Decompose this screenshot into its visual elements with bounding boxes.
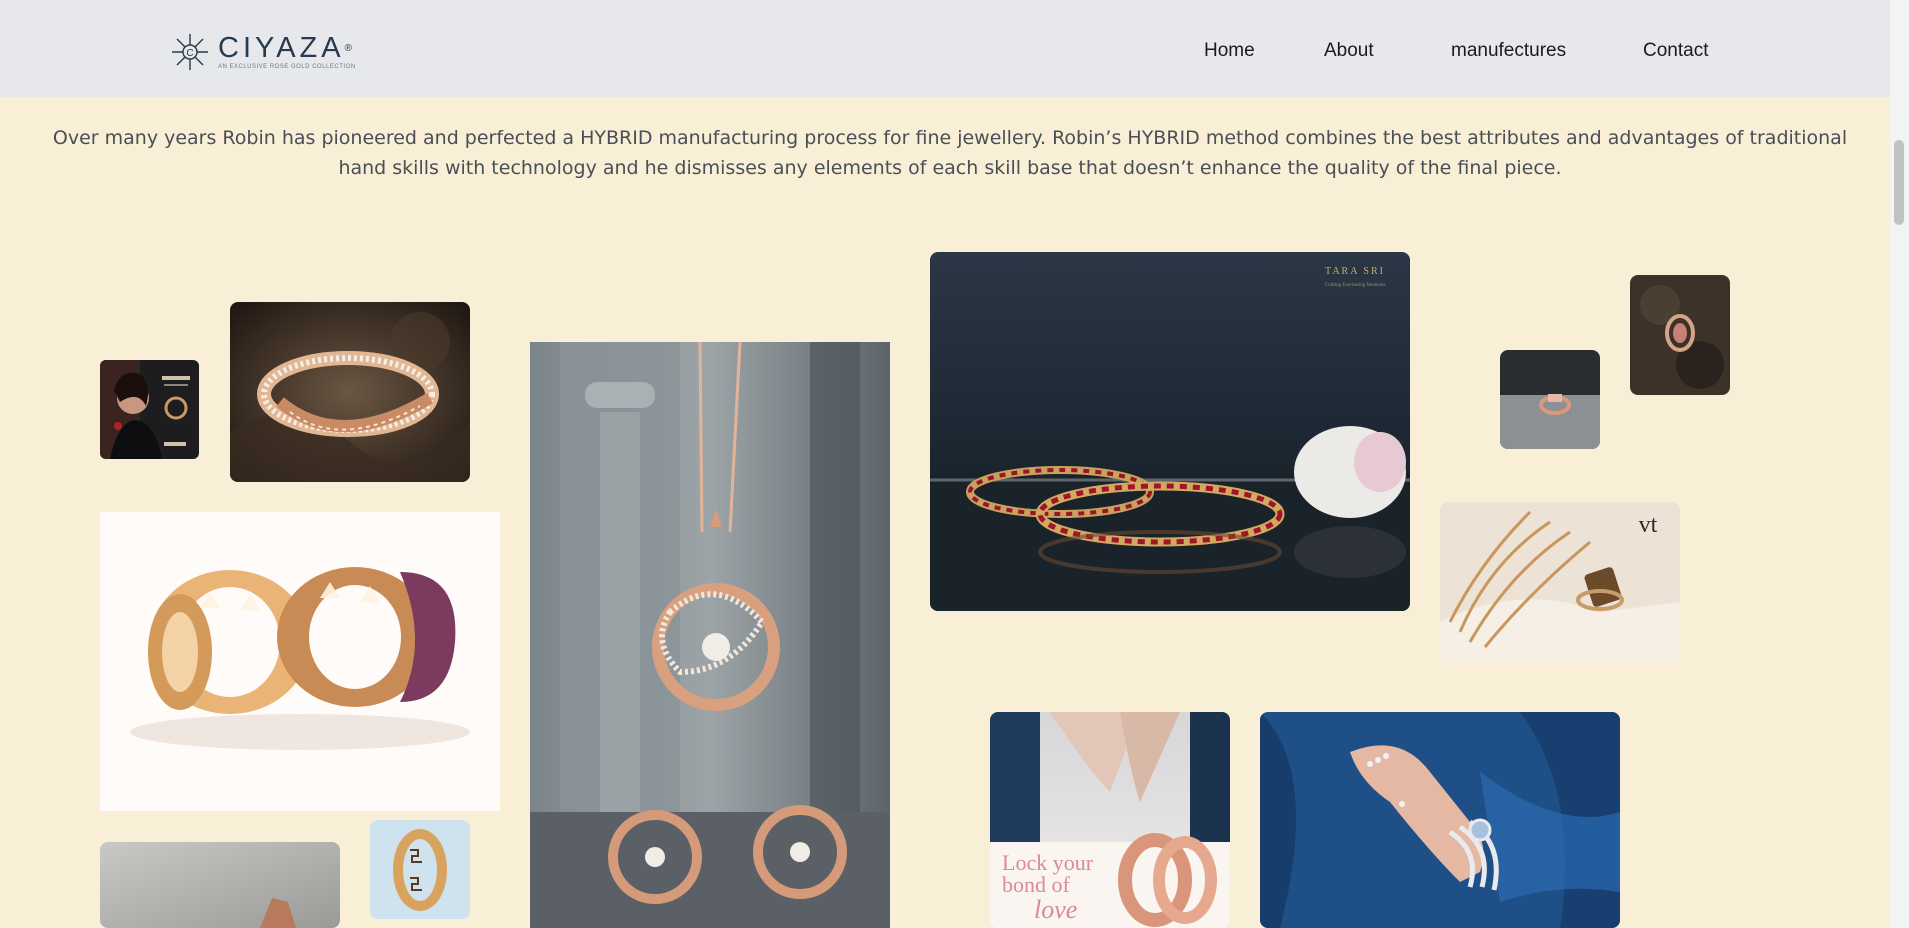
vt-brand-logo: vt bbox=[1639, 512, 1658, 538]
page-scrollbar[interactable] bbox=[1890, 0, 1909, 928]
model-portrait-image bbox=[100, 360, 199, 459]
brand-logo[interactable]: C CIYAZA® AN EXCLUSIVE ROSE GOLD COLLECT… bbox=[170, 32, 356, 72]
brand-tagline: AN EXCLUSIVE ROSE GOLD COLLECTION bbox=[218, 64, 356, 70]
gallery-image-diamond-bangle[interactable] bbox=[230, 302, 470, 482]
gallery-image-oval-ring-rock[interactable] bbox=[1630, 275, 1730, 395]
pendant-set-image bbox=[530, 342, 890, 928]
poster-line2: bond of bbox=[1002, 872, 1071, 897]
intro-paragraph: Over many years Robin has pioneered and … bbox=[52, 127, 1848, 179]
oval-ring-rock-image bbox=[1630, 275, 1730, 395]
brand-name: CIYAZA® bbox=[218, 32, 352, 64]
scrollbar-thumb[interactable] bbox=[1894, 140, 1904, 225]
site-header: C CIYAZA® AN EXCLUSIVE ROSE GOLD COLLECT… bbox=[0, 0, 1890, 97]
blue-hand-image bbox=[1260, 712, 1620, 928]
gallery-image-greek-key-ring[interactable] bbox=[370, 820, 470, 919]
gallery-image-quartz-ring[interactable]: vt bbox=[1440, 502, 1680, 662]
nav-about-link[interactable]: About bbox=[1324, 40, 1374, 62]
nav-manufactures-link[interactable]: manufectures bbox=[1451, 40, 1566, 62]
faceted-ring-image bbox=[100, 842, 340, 928]
tara-sri-brand: TARA SRI bbox=[1325, 266, 1385, 277]
gallery-image-blue-hand[interactable] bbox=[1260, 712, 1620, 928]
nav-home-link[interactable]: Home bbox=[1204, 40, 1255, 62]
gallery-image-faceted-ring[interactable] bbox=[100, 842, 340, 928]
rose-ring-grey-image bbox=[1500, 350, 1600, 449]
svg-text:C: C bbox=[186, 48, 193, 59]
greek-key-ring-image bbox=[370, 820, 470, 919]
gallery-image-ruby-bangles[interactable]: TARA SRI Crafting Everlasting Moments bbox=[930, 252, 1410, 611]
poster-line3: love bbox=[1034, 895, 1077, 924]
diamond-bangle-image bbox=[230, 302, 470, 482]
gallery-image-twin-rings[interactable] bbox=[100, 512, 500, 811]
twin-rings-image bbox=[100, 512, 500, 811]
quartz-ring-image: vt bbox=[1440, 502, 1680, 662]
bond-of-love-image: Lock your bond of love bbox=[990, 712, 1230, 928]
tara-sri-subline: Crafting Everlasting Moments bbox=[1325, 283, 1386, 288]
ruby-bangles-image: TARA SRI Crafting Everlasting Moments bbox=[930, 252, 1410, 611]
gallery-image-bond-of-love[interactable]: Lock your bond of love bbox=[990, 712, 1230, 928]
gallery-image-model-portrait[interactable] bbox=[100, 360, 199, 459]
gallery-image-pendant-set[interactable] bbox=[530, 342, 890, 928]
gallery-image-rose-ring-grey[interactable] bbox=[1500, 350, 1600, 449]
sun-star-icon: C bbox=[172, 34, 208, 70]
nav-contact-link[interactable]: Contact bbox=[1643, 40, 1708, 62]
